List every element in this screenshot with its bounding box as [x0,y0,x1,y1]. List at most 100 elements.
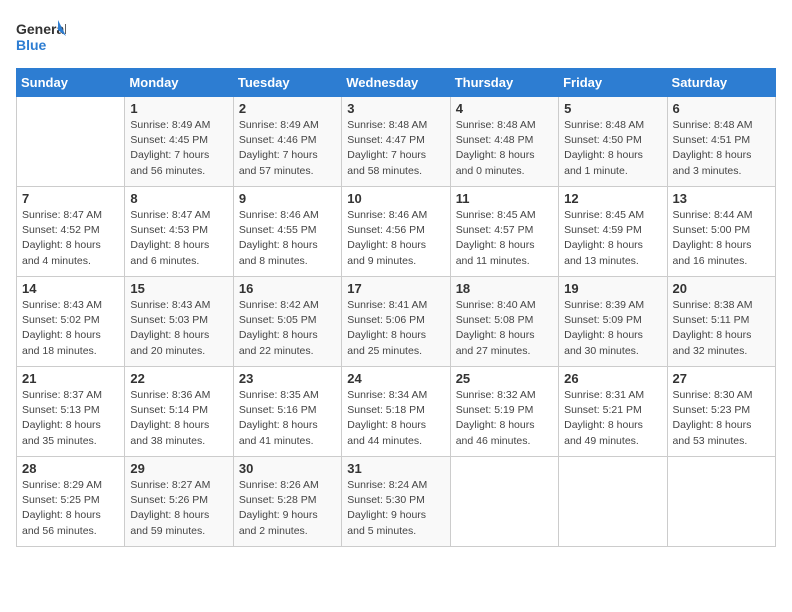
day-number: 3 [347,101,444,116]
day-info: Sunrise: 8:49 AM Sunset: 4:45 PM Dayligh… [130,118,227,179]
day-info: Sunrise: 8:24 AM Sunset: 5:30 PM Dayligh… [347,478,444,539]
day-info: Sunrise: 8:37 AM Sunset: 5:13 PM Dayligh… [22,388,119,449]
day-cell: 6Sunrise: 8:48 AM Sunset: 4:51 PM Daylig… [667,97,775,187]
day-cell: 30Sunrise: 8:26 AM Sunset: 5:28 PM Dayli… [233,457,341,547]
day-number: 12 [564,191,661,206]
logo-icon: GeneralBlue [16,16,66,60]
day-cell: 22 Sunrise: 8:36 AM Sunset: 5:14 PM Dayli… [125,367,233,457]
day-number: 11 [456,191,553,206]
day-cell: 7 Sunrise: 8:47 AM Sunset: 4:52 PM Daylig… [17,187,125,277]
day-cell: 31 Sunrise: 8:24 AM Sunset: 5:30 PM Dayli… [342,457,450,547]
column-header-monday: Monday [125,69,233,97]
day-info: Sunrise: 8:45 AM Sunset: 4:57 PM Dayligh… [456,208,553,269]
day-info: Sunrise: 8:48 AM Sunset: 4:48 PM Dayligh… [456,118,553,179]
day-number: 9 [239,191,336,206]
day-info: Sunrise: 8:36 AM Sunset: 5:14 PM Dayligh… [130,388,227,449]
day-info: Sunrise: 8:48 AM Sunset: 4:50 PM Dayligh… [564,118,661,179]
day-info: Sunrise: 8:48 AM Sunset: 4:51 PM Dayligh… [673,118,770,179]
day-cell: 2 Sunrise: 8:49 AM Sunset: 4:46 PM Daylig… [233,97,341,187]
day-info: Sunrise: 8:38 AM Sunset: 5:11 PM Dayligh… [673,298,770,359]
day-cell: 15Sunrise: 8:43 AM Sunset: 5:03 PM Dayli… [125,277,233,367]
day-cell: 14 Sunrise: 8:43 AM Sunset: 5:02 PM Dayli… [17,277,125,367]
day-number: 21 [22,371,119,386]
day-info: Sunrise: 8:30 AM Sunset: 5:23 PM Dayligh… [673,388,770,449]
day-info: Sunrise: 8:41 AM Sunset: 5:06 PM Dayligh… [347,298,444,359]
day-number: 31 [347,461,444,476]
day-cell [17,97,125,187]
day-info: Sunrise: 8:46 AM Sunset: 4:56 PM Dayligh… [347,208,444,269]
day-info: Sunrise: 8:47 AM Sunset: 4:53 PM Dayligh… [130,208,227,269]
day-number: 17 [347,281,444,296]
day-cell: 1 Sunrise: 8:49 AM Sunset: 4:45 PM Daylig… [125,97,233,187]
day-cell: 29 Sunrise: 8:27 AM Sunset: 5:26 PM Dayli… [125,457,233,547]
day-info: Sunrise: 8:32 AM Sunset: 5:19 PM Dayligh… [456,388,553,449]
day-cell: 17 Sunrise: 8:41 AM Sunset: 5:06 PM Dayli… [342,277,450,367]
day-info: Sunrise: 8:47 AM Sunset: 4:52 PM Dayligh… [22,208,119,269]
day-cell: 26 Sunrise: 8:31 AM Sunset: 5:21 PM Dayli… [559,367,667,457]
day-info: Sunrise: 8:39 AM Sunset: 5:09 PM Dayligh… [564,298,661,359]
day-cell [667,457,775,547]
day-number: 16 [239,281,336,296]
header: GeneralBlue [16,16,776,60]
day-number: 4 [456,101,553,116]
day-number: 22 [130,371,227,386]
day-info: Sunrise: 8:31 AM Sunset: 5:21 PM Dayligh… [564,388,661,449]
day-cell: 3 Sunrise: 8:48 AM Sunset: 4:47 PM Daylig… [342,97,450,187]
day-number: 13 [673,191,770,206]
day-number: 1 [130,101,227,116]
day-cell: 24Sunrise: 8:34 AM Sunset: 5:18 PM Dayli… [342,367,450,457]
day-cell: 18 Sunrise: 8:40 AM Sunset: 5:08 PM Dayli… [450,277,558,367]
day-number: 19 [564,281,661,296]
day-info: Sunrise: 8:44 AM Sunset: 5:00 PM Dayligh… [673,208,770,269]
day-cell: 27 Sunrise: 8:30 AM Sunset: 5:23 PM Dayli… [667,367,775,457]
svg-text:Blue: Blue [16,37,47,53]
day-info: Sunrise: 8:42 AM Sunset: 5:05 PM Dayligh… [239,298,336,359]
week-row-1: 1 Sunrise: 8:49 AM Sunset: 4:45 PM Daylig… [17,97,776,187]
day-cell: 13 Sunrise: 8:44 AM Sunset: 5:00 PM Dayli… [667,187,775,277]
day-number: 29 [130,461,227,476]
day-number: 14 [22,281,119,296]
day-info: Sunrise: 8:45 AM Sunset: 4:59 PM Dayligh… [564,208,661,269]
day-info: Sunrise: 8:48 AM Sunset: 4:47 PM Dayligh… [347,118,444,179]
day-number: 18 [456,281,553,296]
day-number: 20 [673,281,770,296]
day-cell: 23 Sunrise: 8:35 AM Sunset: 5:16 PM Dayli… [233,367,341,457]
day-cell [450,457,558,547]
day-cell: 20 Sunrise: 8:38 AM Sunset: 5:11 PM Dayli… [667,277,775,367]
day-info: Sunrise: 8:46 AM Sunset: 4:55 PM Dayligh… [239,208,336,269]
day-cell: 5Sunrise: 8:48 AM Sunset: 4:50 PM Daylig… [559,97,667,187]
day-number: 7 [22,191,119,206]
day-number: 25 [456,371,553,386]
column-header-wednesday: Wednesday [342,69,450,97]
day-number: 30 [239,461,336,476]
day-info: Sunrise: 8:43 AM Sunset: 5:03 PM Dayligh… [130,298,227,359]
day-info: Sunrise: 8:29 AM Sunset: 5:25 PM Dayligh… [22,478,119,539]
column-header-thursday: Thursday [450,69,558,97]
day-cell: 19 Sunrise: 8:39 AM Sunset: 5:09 PM Dayli… [559,277,667,367]
calendar-table: SundayMondayTuesdayWednesdayThursdayFrid… [16,68,776,547]
column-header-tuesday: Tuesday [233,69,341,97]
day-number: 2 [239,101,336,116]
day-cell: 12 Sunrise: 8:45 AM Sunset: 4:59 PM Dayli… [559,187,667,277]
day-number: 10 [347,191,444,206]
day-info: Sunrise: 8:35 AM Sunset: 5:16 PM Dayligh… [239,388,336,449]
logo: GeneralBlue [16,16,66,60]
day-info: Sunrise: 8:27 AM Sunset: 5:26 PM Dayligh… [130,478,227,539]
day-info: Sunrise: 8:43 AM Sunset: 5:02 PM Dayligh… [22,298,119,359]
day-number: 28 [22,461,119,476]
day-info: Sunrise: 8:34 AM Sunset: 5:18 PM Dayligh… [347,388,444,449]
day-number: 8 [130,191,227,206]
column-header-friday: Friday [559,69,667,97]
week-row-2: 7 Sunrise: 8:47 AM Sunset: 4:52 PM Daylig… [17,187,776,277]
day-number: 23 [239,371,336,386]
day-number: 26 [564,371,661,386]
column-header-saturday: Saturday [667,69,775,97]
week-row-3: 14 Sunrise: 8:43 AM Sunset: 5:02 PM Dayli… [17,277,776,367]
header-row: SundayMondayTuesdayWednesdayThursdayFrid… [17,69,776,97]
day-info: Sunrise: 8:40 AM Sunset: 5:08 PM Dayligh… [456,298,553,359]
day-cell: 8 Sunrise: 8:47 AM Sunset: 4:53 PM Daylig… [125,187,233,277]
day-cell: 16 Sunrise: 8:42 AM Sunset: 5:05 PM Dayli… [233,277,341,367]
day-info: Sunrise: 8:49 AM Sunset: 4:46 PM Dayligh… [239,118,336,179]
day-cell: 10 Sunrise: 8:46 AM Sunset: 4:56 PM Dayli… [342,187,450,277]
day-number: 27 [673,371,770,386]
